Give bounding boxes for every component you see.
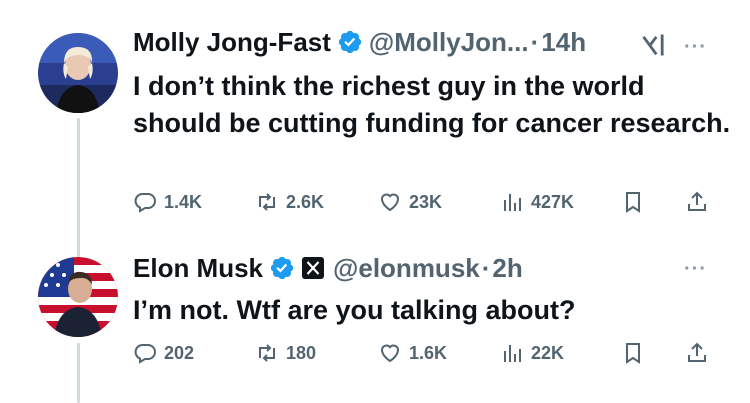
handle[interactable]: @MollyJon... [369, 26, 529, 58]
bookmark-button[interactable] [621, 337, 645, 369]
like-icon [378, 190, 402, 214]
tweet-text: I’m not. Wtf are you talking about? [133, 295, 576, 325]
views-icon [500, 190, 524, 214]
action-bar: 202 180 1.6K 22K [133, 337, 713, 369]
views-button[interactable]: 427K [500, 186, 574, 218]
thread-line [77, 118, 80, 258]
share-button[interactable] [685, 337, 709, 369]
x-badge-icon [301, 256, 325, 280]
timestamp[interactable]: 14h [541, 26, 586, 58]
views-count: 22K [531, 342, 565, 363]
retweet-icon [255, 190, 279, 214]
tweet-header: Molly Jong-Fast @MollyJon... · 14h [133, 26, 586, 58]
reply-count: 202 [164, 342, 195, 363]
share-icon [685, 341, 709, 365]
timestamp[interactable]: 2h [492, 252, 522, 284]
like-count: 1.6K [409, 342, 448, 363]
tweet-header: Elon Musk @elonmusk · 2h [133, 252, 523, 284]
thread-line [77, 343, 80, 403]
verified-icon [269, 255, 295, 281]
separator: · [530, 27, 540, 57]
more-icon[interactable]: ··· [684, 258, 707, 281]
reply-button[interactable]: 1.4K [133, 186, 202, 218]
reply-count: 1.4K [164, 191, 203, 212]
retweet-count: 2.6K [286, 191, 325, 212]
views-count: 427K [531, 191, 575, 212]
action-bar: 1.4K 2.6K 23K 427K [133, 186, 713, 218]
grok-icon[interactable] [640, 31, 668, 59]
like-icon [378, 341, 402, 365]
like-button[interactable]: 1.6K [378, 337, 447, 369]
retweet-button[interactable]: 180 [255, 337, 316, 369]
reply-button[interactable]: 202 [133, 337, 194, 369]
more-icon[interactable]: ··· [684, 36, 707, 59]
handle[interactable]: @elonmusk [333, 252, 480, 284]
reply-icon [133, 341, 157, 365]
bookmark-icon [621, 341, 645, 365]
share-icon [685, 190, 709, 214]
bookmark-button[interactable] [621, 186, 645, 218]
verified-icon [337, 29, 363, 55]
share-button[interactable] [685, 186, 709, 218]
bookmark-icon [621, 190, 645, 214]
views-icon [500, 341, 524, 365]
display-name[interactable]: Molly Jong-Fast [133, 26, 331, 58]
tweet-text: I don’t think the richest guy in the wor… [133, 71, 731, 138]
retweet-icon [255, 341, 279, 365]
retweet-count: 180 [286, 342, 317, 363]
display-name[interactable]: Elon Musk [133, 252, 263, 284]
avatar[interactable] [38, 33, 118, 113]
avatar[interactable] [38, 257, 118, 337]
like-count: 23K [409, 191, 443, 212]
retweet-button[interactable]: 2.6K [255, 186, 324, 218]
reply-icon [133, 190, 157, 214]
views-button[interactable]: 22K [500, 337, 564, 369]
like-button[interactable]: 23K [378, 186, 442, 218]
separator: · [481, 253, 491, 283]
